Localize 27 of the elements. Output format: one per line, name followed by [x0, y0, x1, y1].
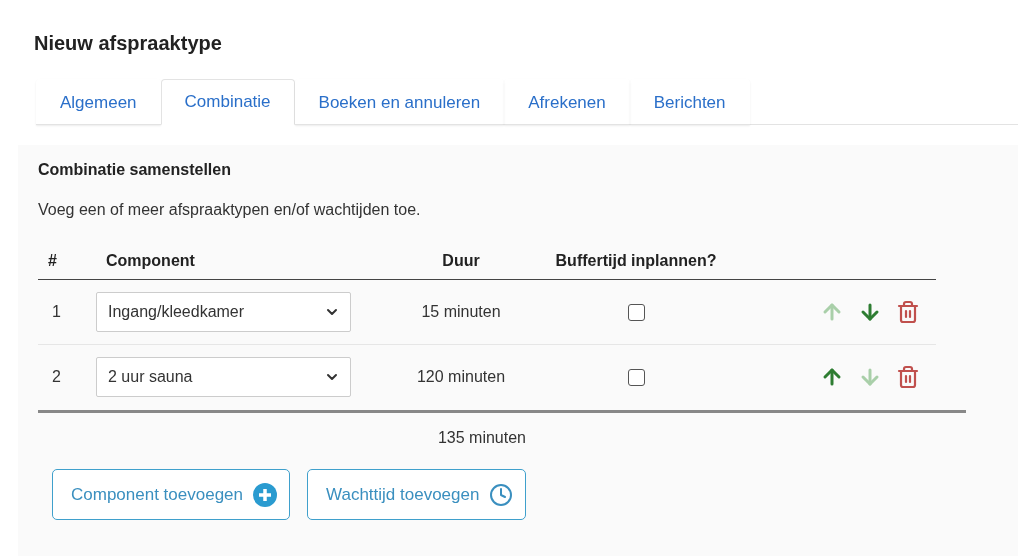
add-button[interactable]: Component toevoegen [52, 469, 291, 520]
delete-icon[interactable] [896, 300, 920, 324]
row-number: 1 [51, 303, 62, 321]
row-number: 2 [51, 368, 62, 386]
tab[interactable]: Afrekenen [504, 79, 630, 125]
tab[interactable]: Berichten [629, 79, 750, 125]
page-title: Nieuw afspraaktype [34, 32, 223, 55]
duration-cell-text: 15 minuten [420, 303, 502, 321]
component-select[interactable]: Ingang/kleedkamer [96, 292, 351, 332]
delete-icon[interactable] [896, 365, 920, 389]
plus-icon [253, 482, 278, 507]
buffer-checkbox[interactable] [627, 368, 645, 386]
component-select[interactable]: 2 uur sauna [96, 357, 351, 397]
tab[interactable]: Boeken en annuleren [294, 79, 505, 125]
clock-icon [489, 482, 514, 507]
column-header: Buffertijd inplannen? [554, 252, 718, 270]
column-header: Component [105, 252, 196, 270]
add-button[interactable]: Wachttijd toevoegen [307, 469, 527, 520]
tab[interactable]: Algemeen [36, 79, 161, 125]
duration-cell-text: 120 minuten [415, 368, 507, 386]
column-header: Duur [441, 252, 481, 270]
section-heading: Combinatie samenstellen [38, 161, 232, 179]
section-description: Voeg een of meer afspraaktypen en/of wachtijden toe. [38, 201, 422, 219]
tab[interactable]: Combinatie [160, 79, 295, 125]
total-duration: 135 minuten [436, 429, 526, 447]
column-header: # [47, 252, 58, 270]
buffer-checkbox[interactable] [627, 303, 645, 321]
